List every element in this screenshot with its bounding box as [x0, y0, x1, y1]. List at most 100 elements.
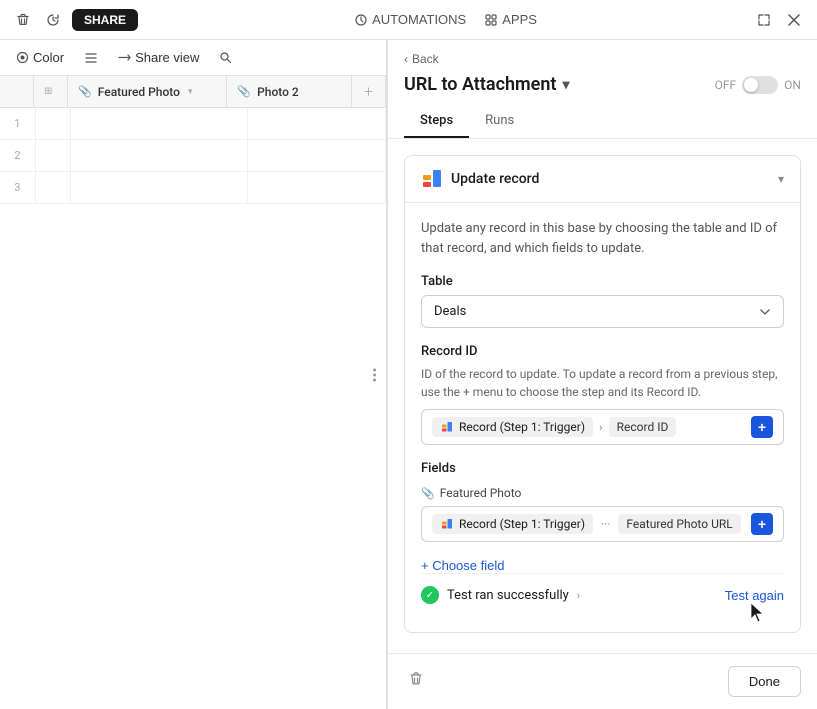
token-separator: › — [599, 420, 603, 434]
fields-label: Fields — [421, 461, 784, 476]
update-card-header[interactable]: Update record ▾ — [405, 156, 800, 203]
expand-icon: ⊞ — [44, 86, 52, 97]
column-headers: ⊞ 📎 Featured Photo ▾ 📎 Photo 2 + — [0, 76, 386, 108]
back-button[interactable]: ‹ Back — [404, 50, 439, 68]
toolbar-center: AUTOMATIONS APPS — [348, 8, 543, 31]
record-id-add-button[interactable]: + — [751, 416, 773, 438]
table-label: Table — [421, 274, 784, 289]
record-token-logo — [440, 420, 454, 434]
test-success-row: ✓ Test ran successfully › Test again — [421, 573, 784, 616]
record-id-label: Record ID — [421, 344, 784, 359]
row-expand-3[interactable] — [36, 172, 72, 203]
share-button[interactable]: SHARE — [72, 9, 138, 31]
record-id-tag: Record ID — [609, 417, 677, 437]
success-check-icon: ✓ — [421, 586, 439, 604]
automation-panel: ‹ Back URL to Attachment ▾ OFF ON Steps — [387, 40, 817, 709]
spreadsheet-panel: Color Share view — [0, 40, 387, 709]
automations-button[interactable]: AUTOMATIONS — [348, 8, 472, 31]
automation-title-row: URL to Attachment ▾ OFF ON — [404, 74, 801, 95]
main-area: Color Share view — [0, 40, 817, 709]
test-success-info: ✓ Test ran successfully › — [421, 586, 580, 604]
delete-step-button[interactable] — [404, 667, 428, 696]
test-chevron-icon: › — [577, 589, 580, 602]
field-add-button[interactable]: + — [751, 513, 773, 535]
update-card-body: Update any record in this base by choosi… — [405, 203, 800, 632]
update-record-card: Update record ▾ Update any record in thi… — [404, 155, 801, 633]
table-section: Table Deals — [421, 274, 784, 328]
color-button[interactable]: Color — [12, 46, 68, 69]
expand-col-header: ⊞ — [34, 76, 68, 107]
add-col-button[interactable]: + — [352, 76, 386, 107]
fullscreen-button[interactable] — [753, 9, 775, 31]
row-expand-1[interactable] — [36, 108, 72, 139]
add-col-icon: + — [364, 82, 373, 101]
tab-runs[interactable]: Runs — [469, 105, 530, 138]
automation-header: ‹ Back URL to Attachment ▾ OFF ON Steps — [388, 40, 817, 139]
toolbar-left: SHARE — [12, 9, 138, 31]
card-expand-icon[interactable]: ▾ — [778, 172, 784, 186]
row-expand-2[interactable] — [36, 140, 72, 171]
table-row: 1 — [0, 108, 386, 140]
featured-photo-header-label: Featured Photo — [98, 85, 180, 99]
fields-section: Fields 📎 Featured Photo — [421, 461, 784, 542]
step-icon — [421, 168, 443, 190]
record-id-help: ID of the record to update. To update a … — [421, 365, 784, 401]
toggle-row: OFF ON — [715, 76, 801, 94]
cell-featured-2[interactable] — [71, 140, 248, 171]
featured-photo-col-header[interactable]: 📎 Featured Photo ▾ — [68, 76, 227, 107]
attachment-icon: 📎 — [78, 85, 92, 98]
search-button[interactable] — [215, 47, 236, 68]
toolbar-right — [753, 9, 805, 31]
trash-button[interactable] — [12, 9, 34, 31]
field-token-pill: Record (Step 1: Trigger) — [432, 514, 593, 534]
photo2-header-label: Photo 2 — [257, 85, 299, 99]
share-view-button[interactable]: Share view — [114, 46, 203, 69]
cell-photo2-2[interactable] — [248, 140, 386, 171]
automation-content: Update record ▾ Update any record in thi… — [388, 139, 817, 653]
update-card-title: Update record — [421, 168, 539, 190]
toggle-thumb — [744, 78, 758, 92]
history-button[interactable] — [42, 9, 64, 31]
cell-featured-3[interactable] — [71, 172, 248, 203]
record-id-section: Record ID ID of the record to update. To… — [421, 344, 784, 445]
row-height-button[interactable] — [80, 47, 102, 69]
photo2-col-header[interactable]: 📎 Photo 2 — [227, 76, 352, 107]
field-token-separator: ··· — [599, 517, 612, 531]
row-num-3: 3 — [0, 172, 36, 203]
bottom-actions: Done — [388, 653, 817, 709]
cell-photo2-3[interactable] — [248, 172, 386, 203]
cell-photo2-1[interactable] — [248, 108, 386, 139]
back-chevron-icon: ‹ — [404, 52, 408, 66]
apps-button[interactable]: APPS — [478, 8, 543, 31]
row-num-header — [0, 76, 34, 107]
close-button[interactable] — [783, 9, 805, 31]
featured-photo-chevron: ▾ — [188, 87, 193, 97]
photo2-attachment-icon: 📎 — [237, 85, 251, 98]
record-token-pill: Record (Step 1: Trigger) — [432, 417, 593, 437]
field-token-row: Record (Step 1: Trigger) ··· Featured Ph… — [421, 506, 784, 542]
panel-resize-handle[interactable] — [369, 364, 380, 385]
top-toolbar: SHARE AUTOMATIONS APPS — [0, 0, 817, 40]
row-num-1: 1 — [0, 108, 36, 139]
featured-photo-url-tag: Featured Photo URL — [618, 514, 740, 534]
field-name-row: 📎 Featured Photo — [421, 486, 784, 500]
title-dropdown-icon[interactable]: ▾ — [562, 77, 569, 93]
table-row: 3 — [0, 172, 386, 204]
done-button[interactable]: Done — [728, 666, 801, 697]
tab-steps[interactable]: Steps — [404, 105, 469, 138]
automation-title: URL to Attachment ▾ — [404, 74, 569, 95]
cell-featured-1[interactable] — [71, 108, 248, 139]
test-again-button[interactable]: Test again — [725, 588, 784, 603]
automation-toggle[interactable] — [742, 76, 778, 94]
sub-toolbar: Color Share view — [0, 40, 386, 76]
choose-field-button[interactable]: + Choose field — [421, 558, 504, 573]
row-num-2: 2 — [0, 140, 36, 171]
record-id-token-row: Record (Step 1: Trigger) › Record ID + — [421, 409, 784, 445]
sheet-rows: 1 2 3 — [0, 108, 386, 204]
table-select[interactable]: Deals — [421, 295, 784, 328]
table-row: 2 — [0, 140, 386, 172]
field-attachment-icon: 📎 — [421, 487, 435, 500]
featured-photo-field-label: Featured Photo — [440, 486, 522, 500]
field-token-logo — [440, 517, 454, 531]
automation-tabs: Steps Runs — [404, 105, 801, 138]
